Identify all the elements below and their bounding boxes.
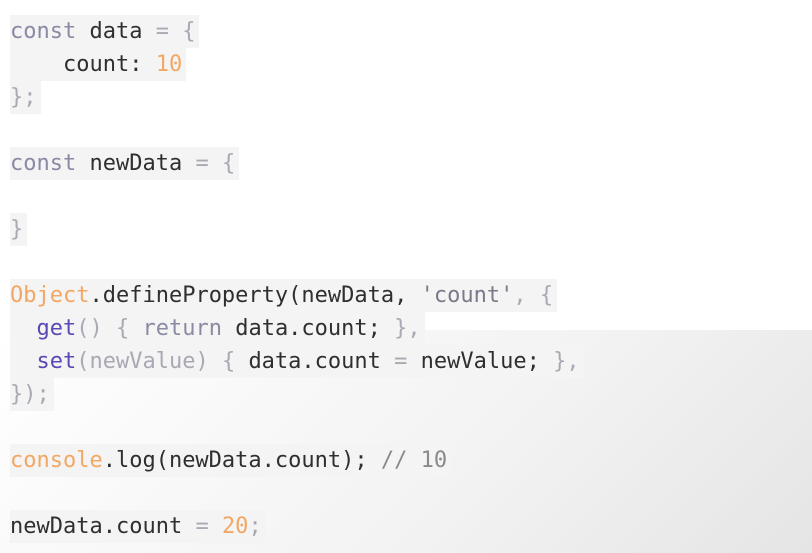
code-token: = { — [155, 19, 196, 44]
code-token: ; — [248, 514, 262, 539]
code-line: Object.defineProperty(newData, 'count', … — [10, 279, 558, 312]
code-token: data.count; — [235, 316, 395, 341]
code-token: newData — [89, 151, 196, 176]
code-line: }); — [10, 378, 54, 411]
code-token: newValue; — [420, 349, 554, 374]
code-line: count: 10 — [10, 48, 187, 81]
code-token: set — [36, 349, 77, 374]
code-token: }); — [10, 382, 50, 407]
code-token: console — [10, 448, 103, 473]
code-line: set(newValue) { data.count = newValue; }… — [10, 345, 584, 378]
code-token: () { — [76, 316, 143, 341]
code-token: (newValue) { — [76, 349, 249, 374]
code-token: 'count' — [420, 283, 514, 308]
code-token: // 10 — [380, 448, 448, 473]
code-token: get — [36, 316, 77, 341]
code-line: console.log(newData.count); // 10 — [10, 444, 452, 477]
code-editor: const data = { count: 10 }; const newDat… — [0, 0, 812, 553]
code-token: const — [10, 19, 90, 44]
code-line: const newData = { — [10, 147, 240, 180]
code-token: count: — [10, 52, 156, 77]
code-token: data.count — [248, 349, 395, 374]
code-token: }; — [10, 85, 37, 110]
code-token: 20 — [221, 514, 249, 539]
code-token: = { — [195, 151, 236, 176]
code-line: } — [10, 213, 28, 246]
code-line: get() { return data.count; }, — [10, 312, 425, 345]
code-line: const data = { — [10, 15, 200, 48]
code-token: = — [394, 349, 421, 374]
code-token: .log(newData.count); — [102, 448, 381, 473]
code-token: } — [10, 217, 24, 242]
code-token: = — [195, 514, 222, 539]
code-token: 10 — [155, 52, 183, 77]
code-token: .defineProperty(newData, — [89, 283, 421, 308]
code-token: data — [89, 19, 156, 44]
code-token: , { — [513, 283, 554, 308]
code-token: }, — [394, 316, 421, 341]
code-token: return — [142, 316, 236, 341]
code-token: const — [10, 151, 90, 176]
code-line: }; — [10, 81, 41, 114]
code-token: newData.count — [10, 514, 196, 539]
code-token: Object — [10, 283, 90, 308]
code-line: newData.count = 20; — [10, 510, 266, 543]
code-token: }, — [553, 349, 580, 374]
